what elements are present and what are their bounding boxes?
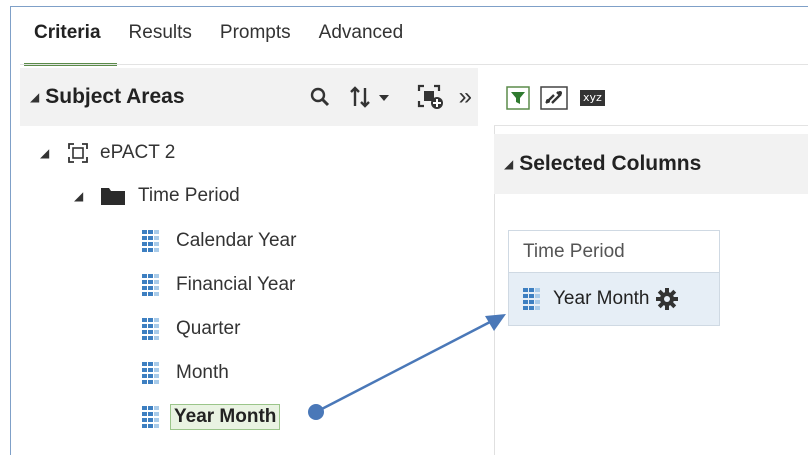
xyz-label: xyz bbox=[580, 90, 605, 106]
collapse-triangle-icon[interactable]: ◢ bbox=[504, 157, 513, 171]
tab-results[interactable]: Results bbox=[129, 18, 192, 66]
column-icon bbox=[142, 230, 160, 252]
selected-column-group-header: Time Period bbox=[509, 231, 719, 273]
tree-folder-label: Time Period bbox=[138, 185, 240, 206]
tree-column-calendar-year[interactable]: Calendar Year bbox=[142, 226, 296, 256]
column-icon bbox=[142, 362, 160, 384]
tab-criteria[interactable]: Criteria bbox=[24, 18, 116, 66]
gear-icon[interactable] bbox=[655, 287, 679, 311]
criteria-toolbar: xyz bbox=[494, 70, 611, 126]
tree-column-month[interactable]: Month bbox=[142, 358, 229, 388]
tab-bar: Criteria Results Prompts Advanced bbox=[20, 18, 431, 66]
tab-advanced[interactable]: Advanced bbox=[319, 18, 404, 66]
subject-area-icon bbox=[68, 143, 88, 163]
column-icon bbox=[142, 318, 160, 340]
tree-column-quarter[interactable]: Quarter bbox=[142, 314, 240, 344]
tree-column-label: Month bbox=[176, 362, 229, 383]
tree-column-financial-year[interactable]: Financial Year bbox=[142, 270, 295, 300]
selected-column-label: Year Month bbox=[553, 288, 650, 309]
tabs-divider bbox=[20, 64, 808, 65]
selected-column-group: Time Period Year Month bbox=[508, 230, 720, 326]
search-icon[interactable] bbox=[309, 86, 331, 108]
xyz-icon[interactable]: xyz bbox=[580, 90, 605, 106]
subject-areas-title: Subject Areas bbox=[45, 85, 185, 108]
expand-triangle-icon[interactable]: ◢ bbox=[40, 146, 56, 160]
tree-column-year-month[interactable]: Year Month bbox=[142, 402, 281, 432]
column-icon bbox=[523, 288, 541, 310]
tree-column-label: Financial Year bbox=[176, 274, 296, 295]
column-icon bbox=[142, 406, 160, 428]
selected-column-item[interactable]: Year Month bbox=[509, 273, 719, 325]
column-icon bbox=[142, 274, 160, 296]
tree-root[interactable]: ◢ ePACT 2 bbox=[40, 138, 175, 168]
sort-icon[interactable] bbox=[349, 85, 395, 109]
collapse-triangle-icon[interactable]: ◢ bbox=[30, 90, 39, 104]
expand-triangle-icon[interactable]: ◢ bbox=[74, 189, 90, 203]
subject-areas-header: ◢ Subject Areas » bbox=[20, 68, 478, 126]
tab-prompts[interactable]: Prompts bbox=[220, 18, 291, 66]
new-column-icon[interactable] bbox=[417, 84, 445, 110]
toolbar-divider bbox=[494, 125, 808, 126]
tree-folder-time-period[interactable]: ◢ Time Period bbox=[74, 181, 240, 211]
tree-column-label-selected[interactable]: Year Month bbox=[170, 404, 281, 430]
tree-column-label: Calendar Year bbox=[176, 230, 297, 251]
tree-root-label: ePACT 2 bbox=[100, 142, 176, 163]
tree-column-label: Quarter bbox=[176, 318, 241, 339]
edit-formula-icon[interactable] bbox=[540, 86, 568, 110]
selected-columns-header: ◢ Selected Columns bbox=[494, 134, 808, 194]
filter-icon[interactable] bbox=[506, 86, 530, 110]
selected-columns-title: Selected Columns bbox=[519, 152, 702, 175]
expand-panel-icon[interactable]: » bbox=[459, 83, 472, 111]
folder-icon bbox=[100, 186, 126, 206]
